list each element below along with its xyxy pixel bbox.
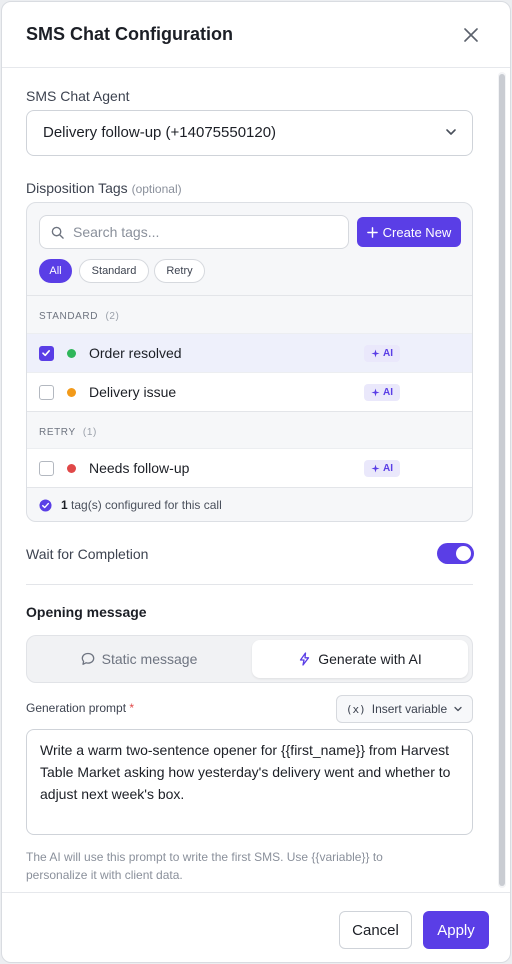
- tag-row[interactable]: Order resolved AI: [27, 333, 472, 372]
- ai-badge-label: AI: [383, 463, 393, 474]
- chevron-down-icon: [454, 706, 462, 712]
- create-tag-button[interactable]: Create New: [357, 217, 461, 247]
- static-message-label: Static message: [101, 651, 198, 667]
- tag-row[interactable]: Needs follow-up AI: [27, 448, 472, 487]
- static-message-option[interactable]: Static message: [31, 640, 247, 678]
- ai-badge-label: AI: [383, 348, 393, 359]
- dialog-title: SMS Chat Configuration: [26, 24, 233, 44]
- tags-label: Disposition Tags (optional): [26, 180, 182, 196]
- variable-icon: (x): [345, 702, 366, 716]
- agent-select-value: Delivery follow-up (+14075550120): [43, 124, 277, 141]
- tag-name: Order resolved: [89, 345, 182, 361]
- group-count: (2): [105, 311, 120, 322]
- filter-chip-retry[interactable]: Retry: [154, 259, 205, 283]
- insert-variable-label: Insert variable: [371, 702, 448, 716]
- agent-label: SMS Chat Agent: [26, 88, 130, 104]
- dialog-footer: Cancel Apply: [2, 892, 510, 962]
- tags-label-text: Disposition Tags: [26, 180, 128, 196]
- plus-icon: [366, 226, 378, 238]
- group-header-standard: STANDARD (2): [27, 295, 472, 333]
- tags-summary-count: 1: [61, 498, 68, 512]
- tag-picker: Search tags... Create New All Standard R…: [26, 202, 473, 522]
- cancel-button[interactable]: Cancel: [339, 911, 412, 949]
- tag-checkbox[interactable]: [39, 346, 54, 361]
- sparkle-icon: [371, 349, 380, 358]
- tag-row[interactable]: Delivery issue AI: [27, 372, 472, 411]
- chevron-down-icon: [446, 129, 456, 135]
- insert-variable-button[interactable]: (x) Insert variable: [336, 695, 473, 723]
- opening-message-title: Opening message: [26, 604, 147, 620]
- ai-badge-label: AI: [383, 387, 393, 398]
- generation-hint: The AI will use this prompt to write the…: [26, 850, 383, 882]
- check-circle-icon: [39, 499, 52, 512]
- scrollbar[interactable]: [498, 72, 506, 888]
- toggle-knob: [456, 546, 471, 561]
- apply-button[interactable]: Apply: [423, 911, 489, 949]
- wait-label: Wait for Completion: [26, 546, 149, 562]
- ai-badge: AI: [364, 345, 400, 362]
- ai-badge: AI: [364, 384, 400, 401]
- tag-search-input[interactable]: Search tags...: [39, 215, 349, 249]
- generation-prompt-input[interactable]: Write a warm two-sentence opener for {{f…: [26, 729, 473, 835]
- tags-optional-text: (optional): [131, 182, 182, 196]
- lightning-icon: [300, 652, 310, 666]
- tags-summary-text: tag(s) configured for this call: [71, 498, 222, 512]
- tag-search-placeholder: Search tags...: [73, 224, 160, 240]
- group-name: RETRY: [39, 427, 76, 438]
- create-tag-label: Create New: [382, 224, 452, 240]
- search-icon: [51, 226, 64, 239]
- generate-ai-option[interactable]: Generate with AI: [252, 640, 468, 678]
- tag-checkbox[interactable]: [39, 461, 54, 476]
- scrollbar-thumb[interactable]: [499, 74, 505, 886]
- sparkle-icon: [371, 464, 380, 473]
- sms-config-dialog: SMS Chat Configuration SMS Chat Agent De…: [1, 1, 511, 963]
- ai-badge: AI: [364, 460, 400, 477]
- generation-prompt-label: Generation prompt *: [26, 701, 134, 715]
- group-header-retry: RETRY (1): [27, 411, 472, 449]
- tags-summary: 1 tag(s) configured for this call: [27, 487, 472, 521]
- generation-prompt-label-text: Generation prompt: [26, 701, 127, 715]
- close-button[interactable]: [460, 24, 482, 46]
- agent-select[interactable]: Delivery follow-up (+14075550120): [26, 110, 473, 156]
- divider: [26, 584, 473, 585]
- chat-bubble-icon: [81, 652, 94, 665]
- required-mark: *: [129, 701, 135, 715]
- filter-chip-standard[interactable]: Standard: [79, 259, 149, 283]
- close-icon: [464, 28, 478, 42]
- tag-color-dot: [67, 388, 76, 397]
- sparkle-icon: [371, 388, 380, 397]
- tag-name: Delivery issue: [89, 384, 177, 400]
- check-icon: [42, 350, 50, 357]
- generate-ai-label: Generate with AI: [318, 651, 422, 667]
- wait-toggle[interactable]: [437, 543, 474, 564]
- tag-name: Needs follow-up: [89, 460, 190, 476]
- dialog-header: SMS Chat Configuration: [2, 2, 510, 68]
- group-count: (1): [82, 427, 97, 438]
- tag-color-dot: [67, 464, 76, 473]
- tag-color-dot: [67, 349, 76, 358]
- message-mode-switch: Static message Generate with AI: [26, 635, 473, 683]
- group-name: STANDARD: [39, 311, 99, 322]
- filter-chip-all[interactable]: All: [39, 259, 72, 283]
- tag-checkbox[interactable]: [39, 385, 54, 400]
